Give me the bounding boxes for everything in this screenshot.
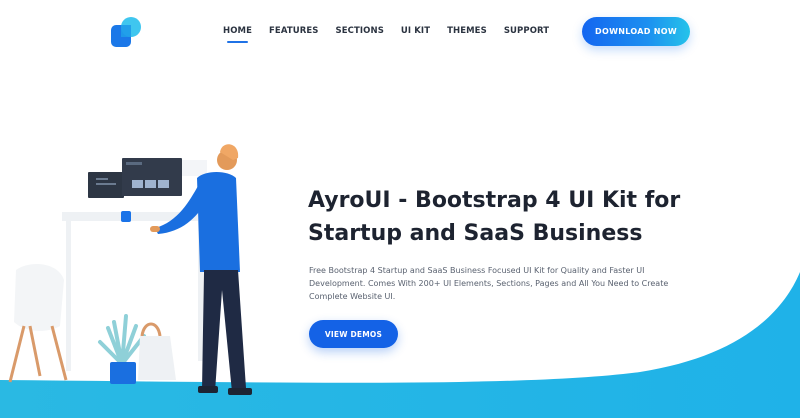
nav-home[interactable]: HOME (223, 26, 252, 43)
nav-themes[interactable]: THEMES (447, 26, 487, 36)
ayroui-logo-icon[interactable] (110, 16, 144, 50)
hero-description-line-1: Free Bootstrap 4 Startup and SaaS Busine… (309, 266, 645, 275)
hero-description-line-2: Development. Comes With 200+ UI Elements… (309, 279, 669, 288)
nav-features[interactable]: FEATURES (269, 26, 319, 36)
hero-title: AyroUI - Bootstrap 4 UI Kit for Startup … (308, 184, 748, 250)
view-demos-button[interactable]: VIEW DEMOS (309, 320, 398, 348)
hero-description-line-3: Complete Website UI. (309, 292, 396, 301)
hero-illustration (8, 144, 252, 395)
hero-title-line-2: Startup and SaaS Business (308, 221, 643, 246)
download-now-button[interactable]: DOWNLOAD NOW (582, 17, 690, 46)
nav-support[interactable]: SUPPORT (504, 26, 549, 36)
nav-ui-kit[interactable]: UI KIT (401, 26, 430, 36)
hero-description: Free Bootstrap 4 Startup and SaaS Busine… (309, 264, 699, 303)
hero-title-line-1: AyroUI - Bootstrap 4 UI Kit for (308, 188, 681, 213)
main-nav: HOME FEATURES SECTIONS UI KIT THEMES SUP… (223, 26, 566, 43)
nav-sections[interactable]: SECTIONS (336, 26, 384, 36)
